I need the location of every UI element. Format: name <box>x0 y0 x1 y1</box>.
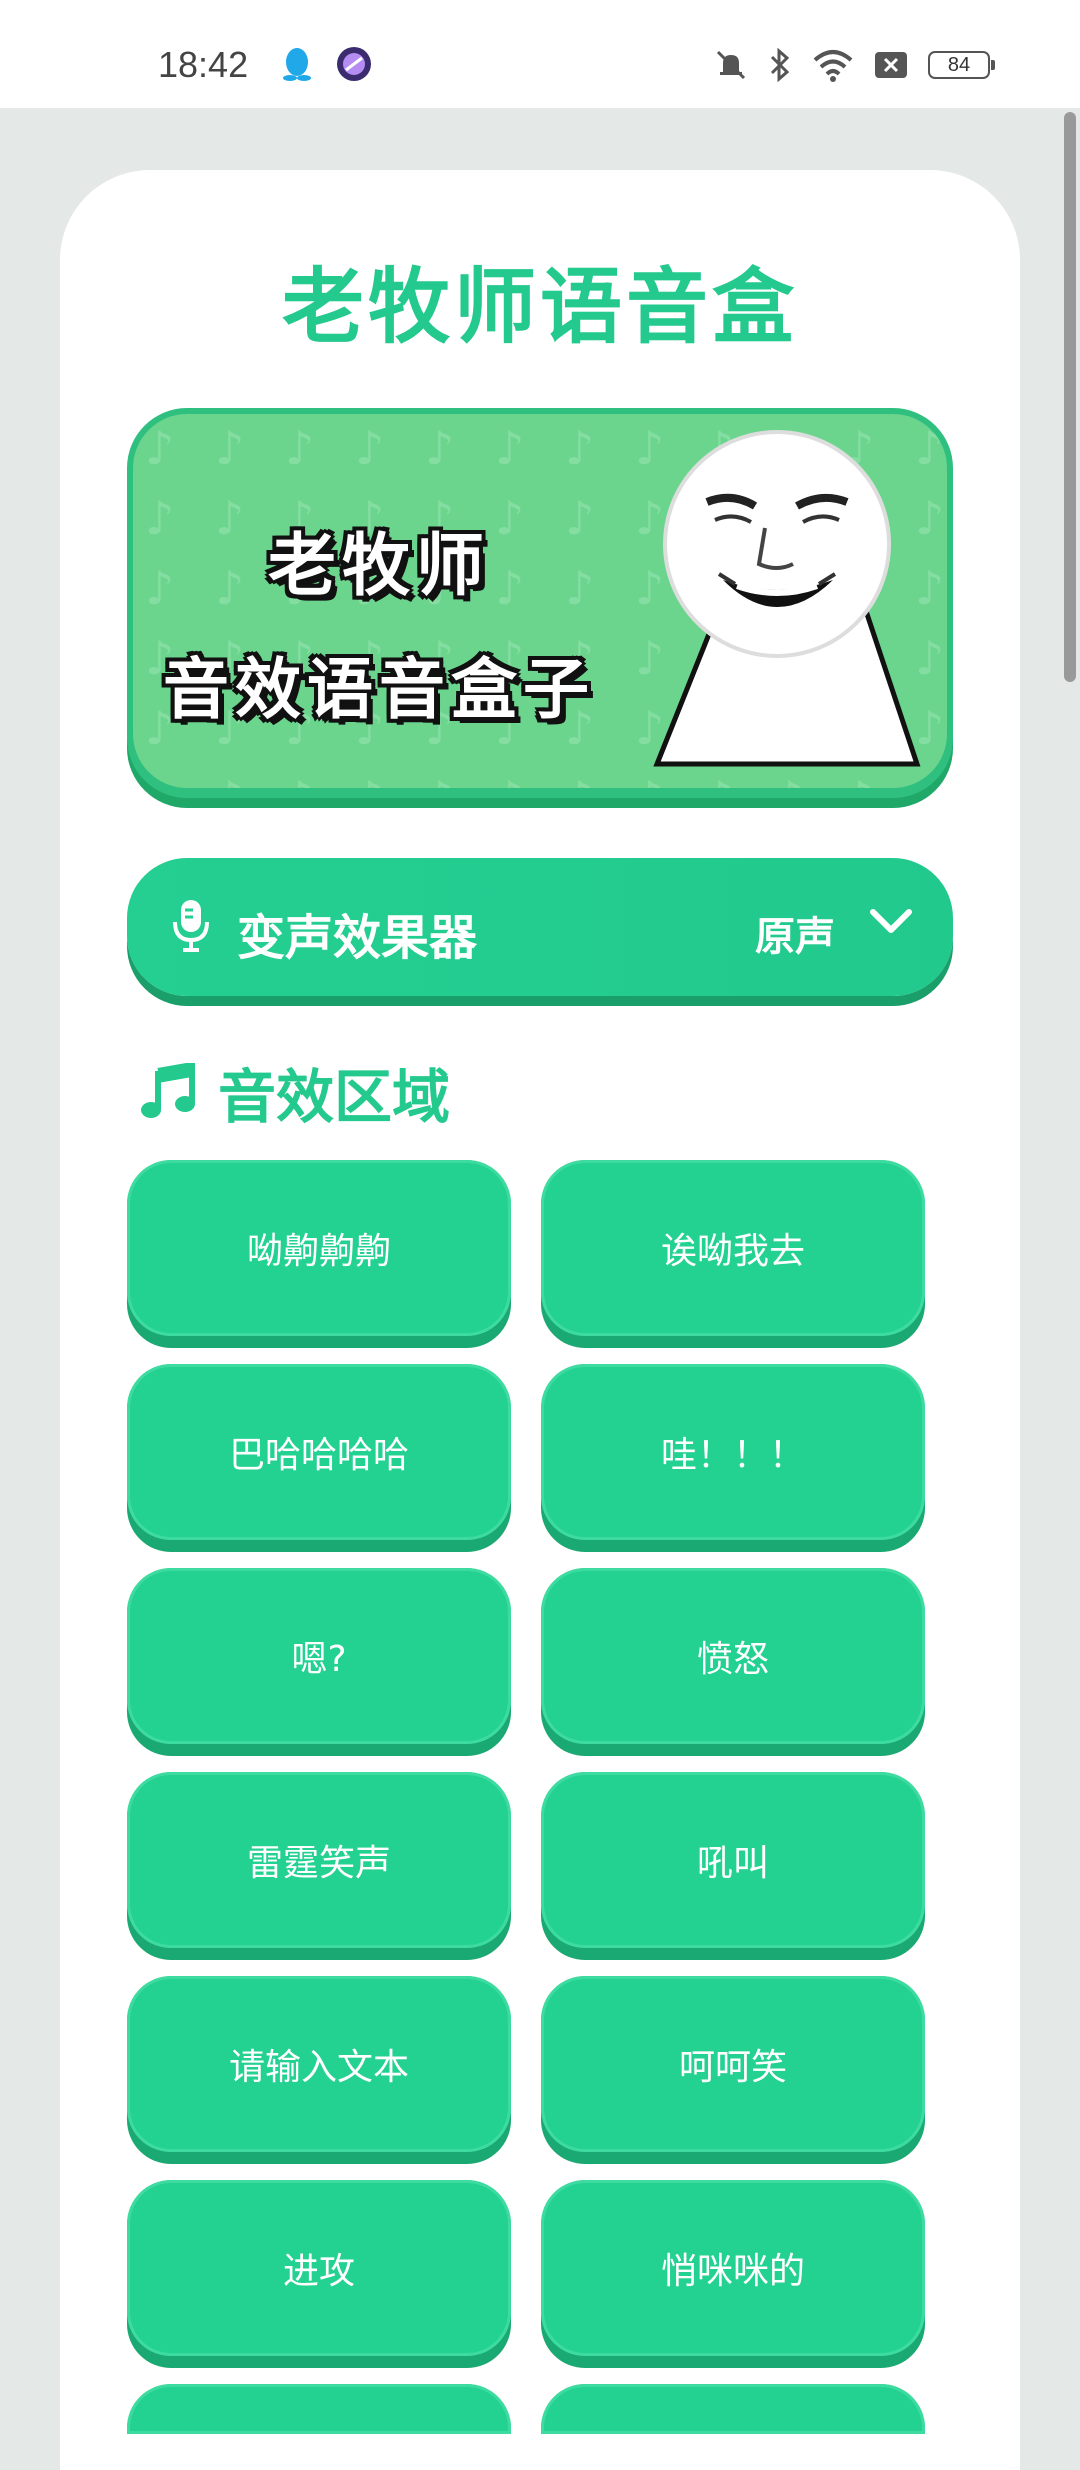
sound-button[interactable]: 呵呵笑 <box>541 1976 925 2152</box>
chevron-down-icon <box>870 909 912 933</box>
bell-muted-icon <box>716 50 746 80</box>
bluetooth-icon <box>770 48 790 82</box>
voice-changer-label: 变声效果器 <box>237 910 478 966</box>
sound-button[interactable]: 悄咪咪的 <box>541 2180 925 2356</box>
sound-section-header: 音效区域 <box>140 1050 450 1134</box>
app-orb-icon <box>337 47 371 81</box>
voice-changer-value: 原声 <box>755 914 835 960</box>
status-left-icons <box>280 46 372 82</box>
microphone-icon <box>173 900 209 952</box>
status-bar: 18:42 84 <box>0 0 1080 108</box>
battery-level: 84 <box>947 53 971 76</box>
sound-button[interactable]: 巴哈哈哈哈 <box>127 1364 511 1540</box>
banner-inner: ♪ 老牧师 音效语音盒子 <box>133 414 947 788</box>
meme-face-image <box>653 430 921 767</box>
scrollbar[interactable] <box>1064 112 1076 682</box>
banner-title-line2: 音效语音盒子 <box>163 651 595 728</box>
app-title: 老牧师语音盒 <box>281 260 798 355</box>
voice-changer-dropdown[interactable]: 变声效果器 原声 <box>127 858 953 996</box>
banner: ♪ 老牧师 音效语音盒子 <box>127 408 953 798</box>
sound-button[interactable]: 吼叫 <box>541 1772 925 1948</box>
sound-button-partial[interactable] <box>127 2384 511 2434</box>
sound-button[interactable]: 诶呦我去 <box>541 1160 925 1336</box>
qq-penguin-icon <box>283 48 311 81</box>
banner-title-line1: 老牧师 <box>268 527 491 606</box>
sound-button[interactable]: 请输入文本 <box>127 1976 511 2152</box>
music-note-icon <box>141 1063 195 1118</box>
battery-icon: 84 <box>928 51 995 79</box>
sound-button[interactable]: 嗯? <box>127 1568 511 1744</box>
status-right-icons: 84 <box>714 48 995 82</box>
status-time: 18:42 <box>158 44 249 85</box>
wifi-icon <box>813 50 853 82</box>
sound-button[interactable]: 哇！！！ <box>541 1364 925 1540</box>
sound-button[interactable]: 雷霆笑声 <box>127 1772 511 1948</box>
sound-section-title: 音效区域 <box>218 1063 451 1131</box>
sound-button[interactable]: 进攻 <box>127 2180 511 2356</box>
sim-blocked-icon <box>875 52 907 78</box>
sound-button[interactable]: 呦齁齁齁 <box>127 1160 511 1336</box>
sound-button-partial[interactable] <box>541 2384 925 2434</box>
sound-button[interactable]: 愤怒 <box>541 1568 925 1744</box>
